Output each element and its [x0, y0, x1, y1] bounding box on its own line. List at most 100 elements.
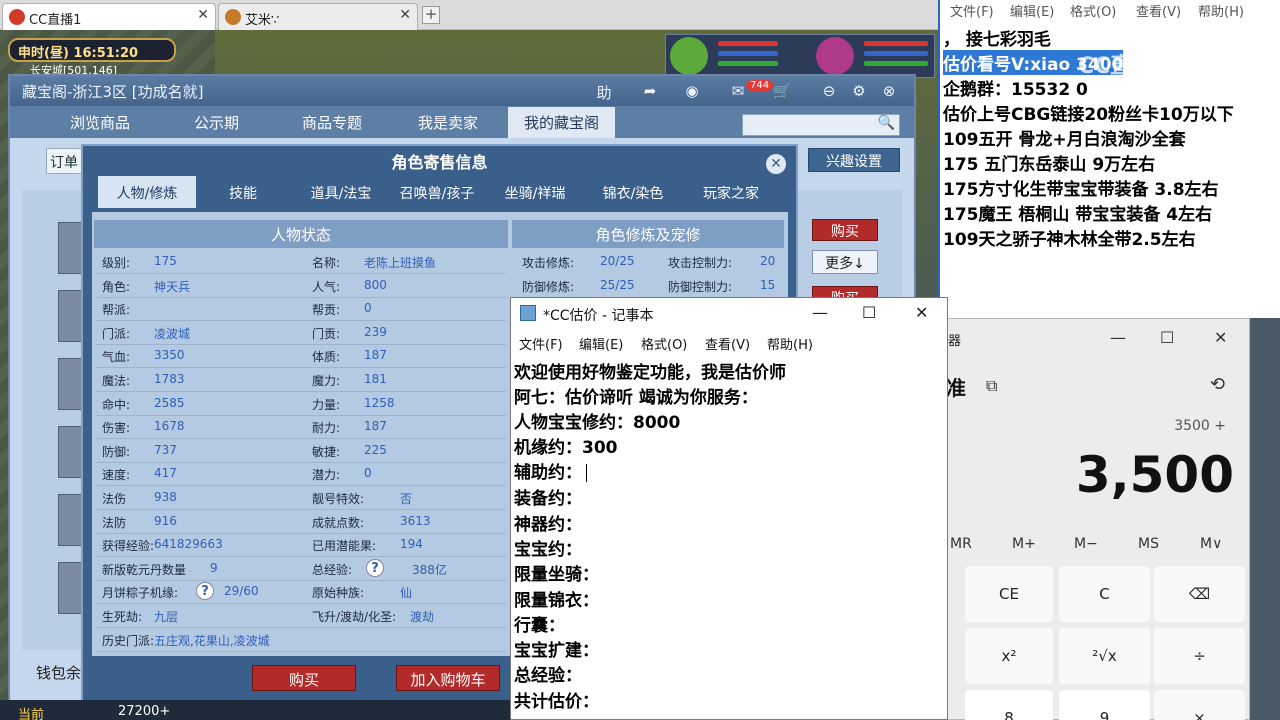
- add-to-cart-button[interactable]: 加入购物车: [396, 665, 500, 691]
- digit-8-key[interactable]: 8: [965, 690, 1053, 720]
- close-icon[interactable]: ✕: [197, 7, 209, 23]
- settings-icon[interactable]: ⚙: [848, 82, 870, 100]
- new-tab-button[interactable]: +: [422, 6, 440, 24]
- menu-help[interactable]: 帮助(H): [767, 334, 813, 353]
- row-divider: [96, 461, 506, 463]
- square-key[interactable]: x²: [965, 628, 1053, 684]
- stat-label: 门贡:: [312, 326, 341, 341]
- tab-mounts[interactable]: 坐骑/祥瑞: [486, 176, 584, 208]
- player-portrait[interactable]: [816, 37, 854, 75]
- search-input[interactable]: 🔍: [742, 114, 900, 136]
- buy-button[interactable]: 购买: [812, 219, 878, 241]
- close-icon[interactable]: ✕: [915, 303, 928, 322]
- cc-watermark: CC直播: [1078, 54, 1155, 79]
- tab-character[interactable]: 人物/修炼: [98, 176, 196, 208]
- exp-bar: [718, 61, 778, 66]
- nav-public-period[interactable]: 公示期: [194, 112, 239, 133]
- history-icon[interactable]: ⟲: [1210, 374, 1225, 395]
- tab-pets[interactable]: 召唤兽/孩子: [388, 176, 486, 208]
- cart-icon[interactable]: 🛒: [770, 82, 794, 100]
- row-divider: [96, 556, 506, 558]
- minimize-icon[interactable]: —: [812, 303, 828, 322]
- stat-value: 388亿: [412, 562, 447, 577]
- memory-subtract-button[interactable]: M−: [1074, 536, 1098, 552]
- keep-on-top-icon[interactable]: ⧉: [986, 376, 997, 396]
- stat-value: 9: [210, 560, 218, 575]
- stat-label: 原始种族:: [312, 586, 365, 601]
- browser-tab-cc[interactable]: CC直播1 ✕: [2, 3, 216, 30]
- help-icon[interactable]: ?: [366, 558, 384, 577]
- stat-label: 门派:: [102, 326, 131, 341]
- minimize-icon[interactable]: —: [1110, 328, 1126, 347]
- multiply-key[interactable]: ×: [1154, 690, 1245, 720]
- nav-browse[interactable]: 浏览商品: [70, 112, 130, 133]
- search-icon[interactable]: 🔍: [878, 115, 895, 131]
- notepad-line: 宝宝扩建：: [514, 641, 599, 661]
- more-button[interactable]: 更多↓: [812, 250, 878, 274]
- stat-value: 仙: [400, 586, 413, 601]
- help-button[interactable]: 助: [594, 82, 614, 103]
- close-icon[interactable]: ⊗: [878, 82, 900, 100]
- stat-value: 1258: [364, 395, 395, 410]
- close-icon[interactable]: ✕: [766, 154, 786, 174]
- order-tab[interactable]: 订单: [46, 148, 86, 174]
- stat-row: 法防 916 成就点数: 3613: [102, 514, 502, 534]
- close-icon[interactable]: ✕: [1214, 328, 1227, 347]
- record-icon[interactable]: ◉: [680, 82, 704, 100]
- nav-seller[interactable]: 我是卖家: [418, 112, 478, 133]
- nav-topics[interactable]: 商品专题: [302, 112, 362, 133]
- notes-line: 109五开 骨龙+月白浪淘沙全套: [943, 130, 1186, 150]
- stat-value: 九层: [154, 610, 179, 624]
- sqrt-key[interactable]: ²√x: [1059, 628, 1150, 684]
- menu-view[interactable]: 查看(V): [705, 334, 750, 353]
- interest-settings-button[interactable]: 兴趣设置: [808, 148, 900, 172]
- pet-portrait[interactable]: [670, 37, 708, 75]
- menu-format[interactable]: 格式(O): [1070, 1, 1116, 20]
- menu-edit[interactable]: 编辑(E): [1010, 1, 1054, 20]
- stat-value: 3350: [154, 348, 185, 363]
- stat-value: 916: [154, 513, 177, 528]
- maximize-icon[interactable]: ☐: [1160, 328, 1174, 347]
- memory-list-button[interactable]: M∨: [1200, 536, 1222, 552]
- calculator-mode[interactable]: 准: [946, 372, 966, 401]
- menu-help[interactable]: 帮助(H): [1198, 1, 1244, 20]
- hp-bar: [718, 41, 778, 46]
- share-icon[interactable]: ➦: [638, 82, 662, 100]
- memory-store-button[interactable]: MS: [1138, 536, 1159, 552]
- stat-row: 获得经验: 641829663 已用潜能果: 194: [102, 537, 502, 557]
- memory-add-button[interactable]: M+: [1012, 536, 1036, 552]
- stat-label: 生死劫:: [102, 610, 143, 624]
- menu-format[interactable]: 格式(O): [641, 334, 687, 353]
- menu-view[interactable]: 查看(V): [1136, 1, 1181, 20]
- dialog-buy-button[interactable]: 购买: [252, 665, 356, 691]
- wallet-label: 钱包余: [36, 664, 82, 682]
- clear-key[interactable]: C: [1059, 566, 1150, 622]
- ce-key[interactable]: CE: [965, 566, 1053, 622]
- memory-read-button[interactable]: MR: [950, 536, 972, 552]
- stat-value: 225: [364, 442, 387, 457]
- cart-count-badge: 744: [746, 80, 774, 91]
- row-divider: [96, 273, 506, 274]
- tab-items[interactable]: 道具/法宝: [292, 176, 390, 208]
- tab-skills[interactable]: 技能: [194, 176, 292, 208]
- notepad-line: 人物宝宝修约：8000: [514, 413, 681, 433]
- menu-file[interactable]: 文件(F): [519, 334, 563, 353]
- digit-9-key[interactable]: 9: [1059, 690, 1150, 720]
- notepad-line: 行囊：: [514, 616, 565, 636]
- maximize-icon[interactable]: ☐: [862, 303, 876, 322]
- close-icon[interactable]: ✕: [399, 7, 411, 23]
- divide-key[interactable]: ÷: [1154, 628, 1245, 684]
- stat-value: 渡劫: [410, 610, 435, 624]
- stat-row: 气血: 3350 体质: 187: [102, 348, 502, 368]
- backspace-key[interactable]: ⌫: [1154, 566, 1245, 622]
- menu-file[interactable]: 文件(F): [950, 1, 994, 20]
- menu-edit[interactable]: 编辑(E): [579, 334, 623, 353]
- help-icon[interactable]: ?: [196, 582, 214, 601]
- stat-value: 29/60: [224, 584, 259, 599]
- tab-home[interactable]: 玩家之家: [682, 176, 780, 208]
- browser-tab-aimi[interactable]: 艾米∵ ✕: [218, 3, 418, 30]
- nav-my-cbg[interactable]: 我的藏宝阁: [508, 107, 616, 138]
- tab-outfits[interactable]: 锦衣/染色: [584, 176, 682, 208]
- minimize-icon[interactable]: ⊖: [818, 82, 840, 100]
- chat-channel[interactable]: 当前: [18, 704, 44, 720]
